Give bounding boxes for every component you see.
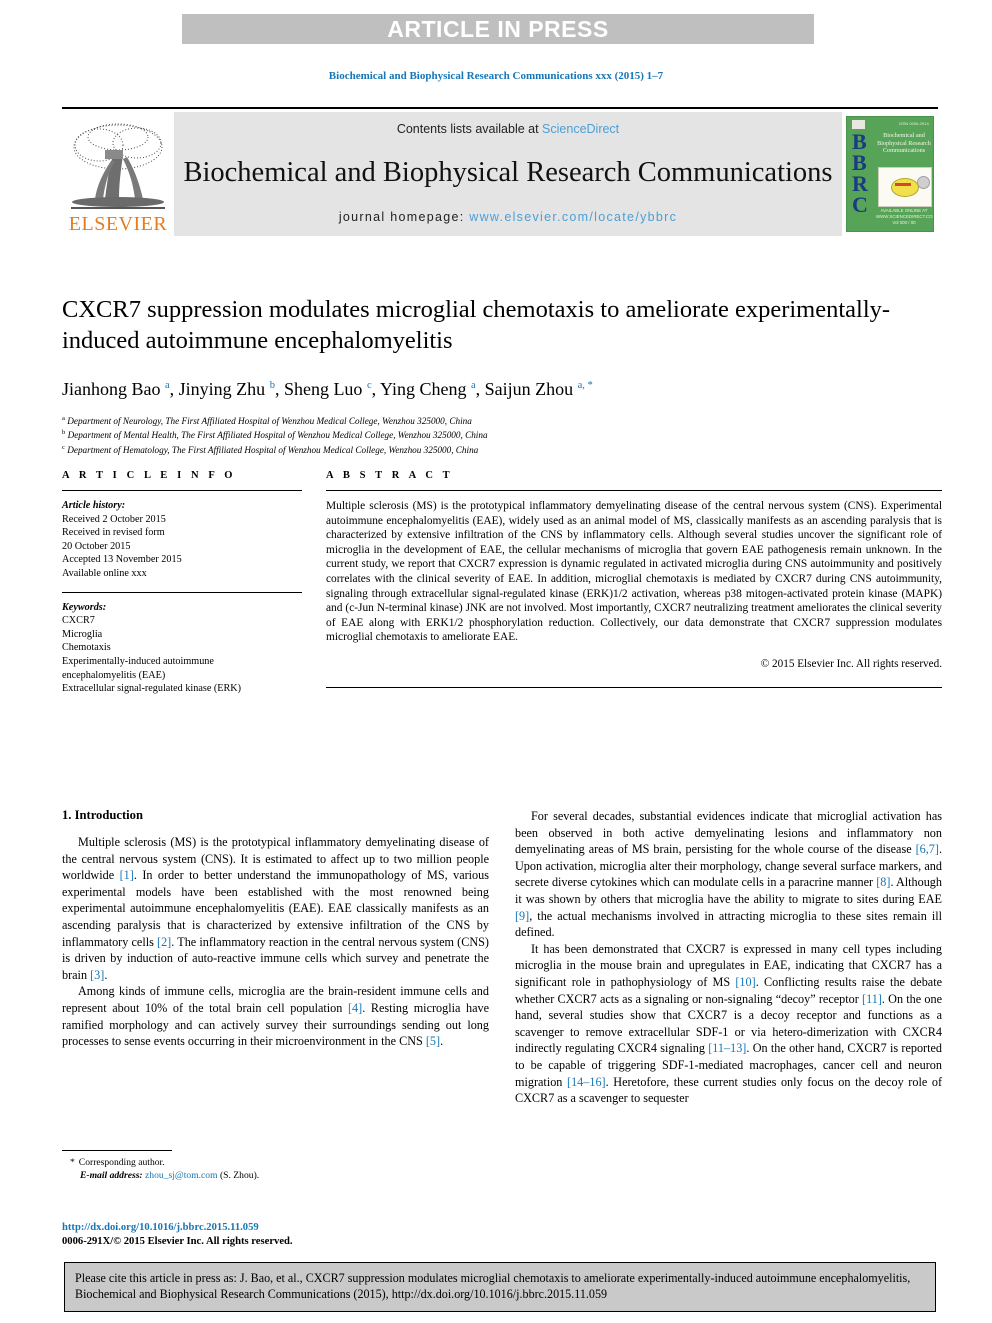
affiliation-key: b [62, 429, 66, 437]
journal-masthead: ELSEVIER Contents lists available at Sci… [62, 107, 938, 237]
elsevier-tree-icon [69, 121, 167, 213]
article-info-column: A R T I C L E I N F O Article history: R… [62, 470, 302, 696]
citation-ref[interactable]: [4] [348, 1001, 362, 1015]
citation-ref[interactable]: [1] [120, 868, 134, 882]
elsevier-logo: ELSEVIER [62, 112, 174, 236]
affiliation-item: c Department of Hematology, The First Af… [62, 442, 942, 456]
article-history-label: Article history: [62, 500, 126, 511]
doi-link[interactable]: http://dx.doi.org/10.1016/j.bbrc.2015.11… [62, 1221, 502, 1235]
citation-ref[interactable]: [6,7] [916, 842, 939, 856]
citation-ref[interactable]: [3] [90, 968, 104, 982]
issn-copyright: 0006-291X/© 2015 Elsevier Inc. All right… [62, 1236, 293, 1247]
journal-homepage-link[interactable]: www.elsevier.com/locate/ybbrc [469, 210, 677, 224]
journal-homepage-line: journal homepage: www.elsevier.com/locat… [339, 210, 677, 224]
running-head: Biochemical and Biophysical Research Com… [328, 70, 664, 82]
citation-ref[interactable]: [8] [876, 875, 890, 889]
paragraph: It has been demonstrated that CXCR7 is e… [515, 941, 943, 1106]
body-column-left: 1. Introduction Multiple sclerosis (MS) … [62, 808, 489, 1107]
keyword-item: CXCR7 [62, 615, 95, 627]
affiliation-key: c [62, 443, 65, 451]
corresponding-author-note: * Corresponding author. [62, 1156, 489, 1169]
citation-text: Please cite this article in press as: J.… [75, 1271, 911, 1302]
affiliation-list: a Department of Neurology, The First Aff… [62, 413, 942, 456]
bbrc-cover-thumbnail: ISSN 0006-291X BBRC Biochemical and Biop… [842, 112, 938, 236]
article-history-item: 20 October 2015 [62, 540, 131, 552]
cover-issn: ISSN 0006-291X [898, 121, 929, 126]
cover-journal-title: Biochemical and Biophysical Research Com… [877, 132, 931, 155]
corresponding-author-star: * [70, 1157, 75, 1168]
citation-ref[interactable]: [5] [426, 1034, 440, 1048]
journal-title: Biochemical and Biophysical Research Com… [183, 156, 833, 188]
keyword-item: Chemotaxis [62, 642, 111, 654]
section-heading-introduction: 1. Introduction [62, 808, 143, 822]
citation-ref[interactable]: [10] [735, 975, 755, 989]
contents-prefix: Contents lists available at [396, 122, 543, 136]
article-history-item: Received 2 October 2015 [62, 513, 166, 525]
citation-ref[interactable]: [9] [515, 909, 529, 923]
article-history-item: Received in revised form [62, 527, 165, 539]
article-in-press-label: ARTICLE IN PRESS [387, 15, 609, 42]
body-column-right: For several decades, substantial evidenc… [515, 808, 942, 1107]
keyword-item: Microglia [62, 628, 103, 640]
affiliation-text: Department of Hematology, The First Affi… [67, 445, 479, 455]
citation-ref[interactable]: [11–13] [708, 1041, 746, 1055]
keyword-item: Experimentally-induced autoimmune [62, 655, 214, 667]
citation-box: Please cite this article in press as: J.… [64, 1262, 936, 1312]
citation-ref[interactable]: [11] [862, 992, 882, 1006]
abstract-text: Multiple sclerosis (MS) is the prototypi… [326, 500, 942, 644]
citation-ref[interactable]: [2] [157, 935, 171, 949]
affiliation-key: a [62, 415, 65, 422]
article-info-heading: A R T I C L E I N F O [62, 470, 237, 481]
body-columns: 1. Introduction Multiple sclerosis (MS) … [62, 808, 942, 1107]
keywords-rule [62, 591, 302, 593]
corresponding-author-label: Corresponding author. [78, 1157, 165, 1168]
abstract-bottom-rule [326, 686, 942, 688]
affiliation-item: a Department of Neurology, The First Aff… [62, 413, 942, 427]
contents-available-line: Contents lists available at ScienceDirec… [397, 122, 619, 136]
cover-figure-icon [878, 167, 932, 207]
paragraph: Among kinds of immune cells, microglia a… [62, 984, 490, 1049]
info-abstract-region: A R T I C L E I N F O Article history: R… [62, 470, 942, 696]
footnote-block: * Corresponding author. E-mail address: z… [62, 1150, 489, 1182]
abstract-heading: A B S T R A C T [326, 470, 454, 481]
title-block: CXCR7 suppression modulates microglial c… [62, 294, 942, 456]
homepage-prefix: journal homepage: [338, 210, 470, 224]
affiliation-text: Department of Neurology, The First Affil… [67, 416, 472, 427]
email-label: E-mail address: [80, 1170, 143, 1181]
abstract-rule [326, 490, 942, 491]
email-suffix: (S. Zhou). [219, 1170, 260, 1181]
abstract-copyright: © 2015 Elsevier Inc. All rights reserved… [760, 657, 942, 670]
footnote-rule [62, 1150, 172, 1151]
article-in-press-banner: ARTICLE IN PRESS [182, 14, 814, 44]
keyword-item: encephalomyelitis (EAE) [62, 669, 166, 681]
author-list: Jianhong Bao a, Jinying Zhu b, Sheng Luo… [62, 379, 593, 399]
elsevier-wordmark: ELSEVIER [68, 213, 168, 235]
article-history-item: Available online xxx [62, 567, 147, 579]
email-note: E-mail address: zhou_sj@tom.com (S. Zhou… [62, 1169, 489, 1182]
abstract-column: A B S T R A C T Multiple sclerosis (MS) … [326, 470, 942, 696]
paragraph: Multiple sclerosis (MS) is the prototypi… [62, 835, 489, 982]
keywords-label: Keywords: [62, 601, 107, 613]
paragraph: For several decades, substantial evidenc… [515, 809, 942, 940]
keyword-item: Extracellular signal-regulated kinase (E… [62, 683, 242, 695]
doi-block: http://dx.doi.org/10.1016/j.bbrc.2015.11… [62, 1221, 502, 1249]
email-link[interactable]: zhou_sj@tom.com [145, 1170, 218, 1181]
article-info-rule [62, 490, 302, 491]
bbrc-letters: BBRC [852, 129, 868, 217]
citation-ref[interactable]: [14–16] [567, 1075, 606, 1089]
article-history-item: Accepted 13 November 2015 [62, 554, 182, 566]
affiliation-text: Department of Mental Health, The First A… [67, 430, 488, 441]
cover-elsevier-mark-icon [852, 120, 865, 129]
page-title: CXCR7 suppression modulates microglial c… [62, 296, 891, 354]
masthead-center-panel: Contents lists available at ScienceDirec… [174, 112, 842, 236]
sciencedirect-link[interactable]: ScienceDirect [542, 122, 619, 136]
cover-footer-text: AVAILABLE ONLINE AT WWW.SCIENCEDIRECT.CO… [876, 208, 934, 225]
affiliation-item: b Department of Mental Health, The First… [62, 427, 942, 441]
